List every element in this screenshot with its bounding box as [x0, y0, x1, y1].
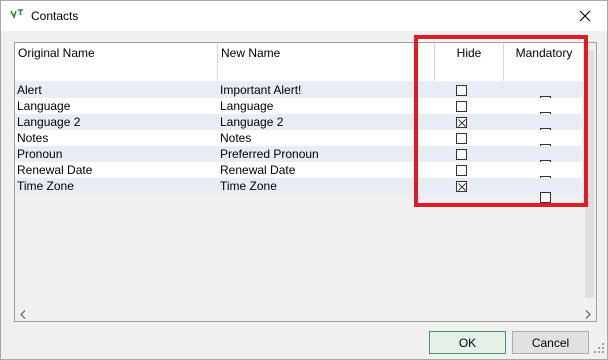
vertical-scroll-thumb[interactable]	[585, 50, 594, 298]
hide-checkbox[interactable]	[456, 181, 467, 192]
original-name-cell: Notes	[17, 131, 49, 145]
hide-checkbox[interactable]	[456, 117, 467, 128]
new-name-cell[interactable]: Renewal Date	[220, 162, 295, 178]
hide-checkbox[interactable]	[456, 85, 467, 96]
new-name-cell[interactable]: Language 2	[220, 114, 283, 130]
table-row[interactable]: Pronoun Preferred Pronoun	[15, 146, 582, 171]
original-name-cell: Language 2	[17, 115, 81, 129]
table-row[interactable]: Renewal Date Renewal Date	[15, 162, 582, 187]
ok-button[interactable]: OK	[429, 331, 506, 354]
table-row[interactable]: Time Zone Time Zone	[15, 178, 582, 203]
close-icon	[579, 10, 591, 22]
hide-checkbox[interactable]	[456, 165, 467, 176]
cancel-button[interactable]: Cancel	[512, 331, 589, 354]
column-header-original-name[interactable]: Original Name	[15, 43, 218, 81]
original-name-cell: Alert	[17, 83, 42, 97]
app-icon	[10, 9, 24, 23]
new-name-cell[interactable]: Preferred Pronoun	[220, 146, 319, 162]
original-name-cell: Pronoun	[17, 147, 63, 161]
table-row[interactable]: Notes Notes	[15, 130, 582, 155]
hide-checkbox[interactable]	[456, 149, 467, 160]
horizontal-scrollbar[interactable]	[15, 304, 596, 321]
field-grid: Original Name New Name Hide Mandatory Al…	[14, 42, 597, 322]
new-name-cell[interactable]: Important Alert!	[220, 82, 301, 98]
hide-checkbox[interactable]	[456, 133, 467, 144]
grid-header: Original Name New Name Hide Mandatory	[15, 43, 585, 81]
new-name-cell[interactable]: Time Zone	[220, 178, 277, 194]
contacts-dialog: Contacts Original Name New Name Hide Man…	[0, 0, 608, 360]
new-name-cell[interactable]: Notes	[220, 130, 251, 146]
window-title: Contacts	[31, 9, 79, 23]
original-name-cell: Renewal Date	[17, 163, 93, 177]
column-header-hide[interactable]: Hide	[435, 43, 504, 81]
vertical-scrollbar[interactable]	[583, 43, 596, 305]
mandatory-checkbox[interactable]	[540, 192, 551, 203]
column-header-new-name[interactable]: New Name	[218, 43, 435, 81]
column-header-mandatory[interactable]: Mandatory	[504, 43, 585, 81]
original-name-cell: Time Zone	[17, 179, 74, 193]
close-button[interactable]	[563, 1, 607, 31]
title-bar: Contacts	[1, 1, 607, 31]
original-name-cell: Language	[17, 99, 71, 113]
scroll-right-icon[interactable]	[585, 308, 591, 322]
hide-checkbox[interactable]	[456, 101, 467, 112]
new-name-cell[interactable]: Language	[220, 98, 273, 114]
scroll-left-icon[interactable]	[20, 308, 26, 322]
table-row[interactable]: Language 2 Language 2	[15, 114, 582, 139]
table-row[interactable]: Alert Important Alert!	[15, 82, 582, 107]
resize-grip-icon[interactable]	[594, 342, 604, 356]
table-row[interactable]: Language Language	[15, 98, 582, 123]
